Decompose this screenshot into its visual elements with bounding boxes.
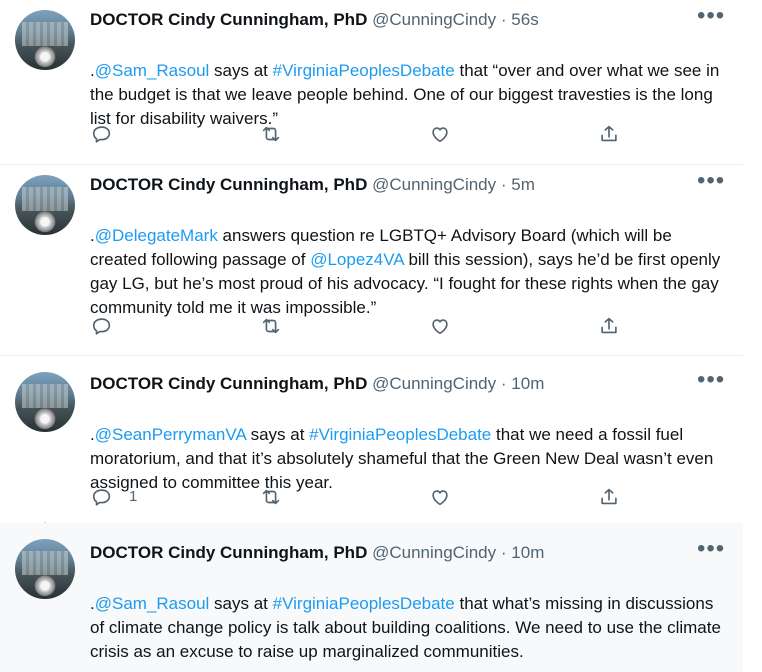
tweet[interactable]: DOCTOR Cindy Cunningham, PhD @CunningCin… (0, 0, 743, 165)
mention-link[interactable]: @Sam_Rasoul (95, 594, 210, 613)
text-segment: says at (209, 61, 273, 80)
share-icon (601, 317, 617, 334)
share-icon (601, 125, 617, 142)
tweet-time[interactable]: 10m (511, 374, 544, 393)
avatar[interactable] (15, 10, 75, 70)
more-icon[interactable]: ••• (697, 169, 724, 195)
reply-button[interactable] (91, 315, 115, 339)
retweet-icon (262, 489, 280, 505)
more-icon[interactable]: ••• (697, 537, 724, 563)
tweet[interactable]: DOCTOR Cindy Cunningham, PhD @CunningCin… (0, 165, 743, 356)
share-button[interactable] (598, 315, 622, 339)
author-handle[interactable]: @CunningCindy (372, 10, 496, 29)
tweet-header: DOCTOR Cindy Cunningham, PhD @CunningCin… (90, 10, 539, 30)
reply-icon (92, 126, 111, 143)
tweet[interactable]: DOCTOR Cindy Cunningham, PhD @CunningCin… (0, 356, 743, 522)
separator-dot: · (500, 374, 507, 393)
avatar[interactable] (15, 539, 75, 599)
avatar[interactable] (15, 175, 75, 235)
mention-link[interactable]: @Lopez4VA (310, 250, 404, 269)
tweet-text: .@DelegateMark answers question re LGBTQ… (90, 200, 730, 320)
like-icon (432, 490, 448, 506)
text-segment: says at (209, 594, 273, 613)
reply-button[interactable]: 1 (91, 486, 151, 510)
avatar[interactable] (15, 372, 75, 432)
reply-count: 1 (129, 488, 138, 505)
share-button[interactable] (598, 486, 622, 510)
like-icon (432, 127, 448, 143)
hashtag-link[interactable]: #VirginiaPeoplesDebate (273, 61, 455, 80)
tweet-time[interactable]: 56s (511, 10, 538, 29)
share-button[interactable] (598, 123, 622, 147)
mention-link[interactable]: @DelegateMark (95, 226, 218, 245)
separator-dot: · (500, 543, 507, 562)
tweet-header: DOCTOR Cindy Cunningham, PhD @CunningCin… (90, 543, 544, 563)
tweet-header: DOCTOR Cindy Cunningham, PhD @CunningCin… (90, 175, 535, 195)
mention-link[interactable]: @Sam_Rasoul (95, 61, 210, 80)
reply-button[interactable] (91, 123, 115, 147)
reply-icon (92, 318, 111, 335)
retweet-button[interactable] (260, 123, 284, 147)
text-segment: says at (245, 425, 310, 444)
tweet-time[interactable]: 5m (511, 175, 535, 194)
hashtag-link[interactable]: #VirginiaPeoplesDebate (309, 425, 491, 444)
author-handle[interactable]: @CunningCindy (372, 543, 496, 562)
separator-dot: · (500, 175, 507, 194)
separator-dot: · (500, 10, 507, 29)
tweet-actions (91, 315, 631, 339)
retweet-icon (262, 126, 280, 142)
author-handle[interactable]: @CunningCindy (372, 374, 496, 393)
retweet-button[interactable] (260, 315, 284, 339)
author-name[interactable]: DOCTOR Cindy Cunningham, PhD (90, 175, 367, 194)
share-icon (601, 488, 617, 505)
tweet-actions (91, 123, 631, 147)
like-icon (432, 319, 448, 335)
tweet-time[interactable]: 10m (511, 543, 544, 562)
author-name[interactable]: DOCTOR Cindy Cunningham, PhD (90, 374, 367, 393)
tweet-text: .@Sam_Rasoul says at #VirginiaPeoplesDeb… (90, 35, 730, 131)
like-button[interactable] (429, 486, 453, 510)
more-icon[interactable]: ••• (697, 368, 724, 394)
like-button[interactable] (429, 315, 453, 339)
retweet-button[interactable] (260, 486, 284, 510)
tweet-text: .@Sam_Rasoul says at #VirginiaPeoplesDeb… (90, 568, 730, 664)
tweet[interactable]: DOCTOR Cindy Cunningham, PhD @CunningCin… (0, 523, 743, 672)
tweet-text: .@SeanPerrymanVA says at #VirginiaPeople… (90, 399, 730, 495)
reply-icon (92, 489, 111, 506)
retweet-icon (262, 318, 280, 334)
author-handle[interactable]: @CunningCindy (372, 175, 496, 194)
author-name[interactable]: DOCTOR Cindy Cunningham, PhD (90, 10, 367, 29)
tweet-actions: 1 (91, 486, 631, 510)
like-button[interactable] (429, 123, 453, 147)
hashtag-link[interactable]: #VirginiaPeoplesDebate (273, 594, 455, 613)
more-icon[interactable]: ••• (697, 4, 724, 30)
author-name[interactable]: DOCTOR Cindy Cunningham, PhD (90, 543, 367, 562)
mention-link[interactable]: @SeanPerrymanVA (95, 425, 246, 444)
tweet-header: DOCTOR Cindy Cunningham, PhD @CunningCin… (90, 374, 544, 394)
